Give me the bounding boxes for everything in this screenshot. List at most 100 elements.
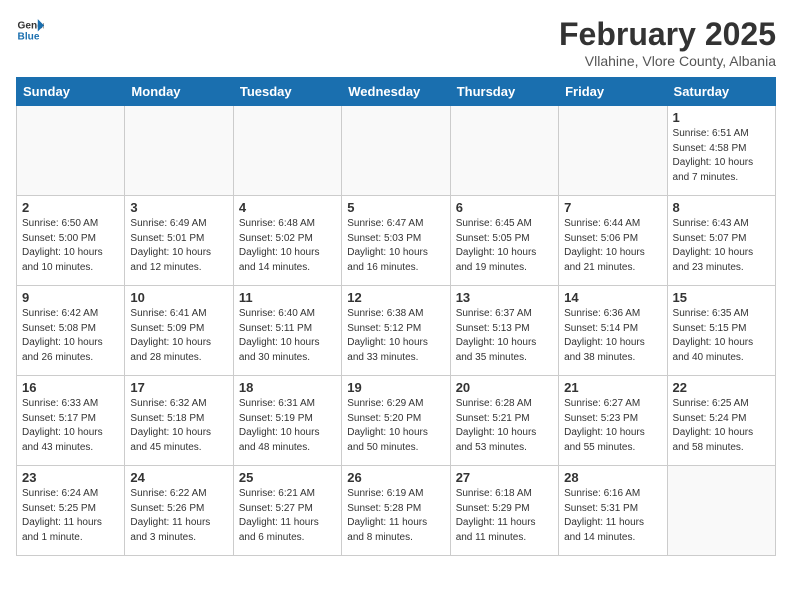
day-info: Sunrise: 6:50 AM Sunset: 5:00 PM Dayligh… (22, 217, 119, 275)
day-info: Sunrise: 6:33 AM Sunset: 5:17 PM Dayligh… (22, 397, 119, 455)
day-info: Sunrise: 6:29 AM Sunset: 5:20 PM Dayligh… (347, 397, 444, 455)
day-number: 8 (673, 200, 770, 215)
calendar-cell (17, 106, 125, 196)
day-info: Sunrise: 6:43 AM Sunset: 5:07 PM Dayligh… (673, 217, 770, 275)
day-number: 16 (22, 380, 119, 395)
day-number: 27 (456, 470, 553, 485)
logo-icon: General Blue (16, 16, 44, 44)
day-number: 2 (22, 200, 119, 215)
calendar-cell: 6 Sunrise: 6:45 AM Sunset: 5:05 PM Daylig… (450, 196, 558, 286)
day-info: Sunrise: 6:49 AM Sunset: 5:01 PM Dayligh… (130, 217, 227, 275)
calendar-cell: 9 Sunrise: 6:42 AM Sunset: 5:08 PM Daylig… (17, 286, 125, 376)
day-number: 13 (456, 290, 553, 305)
weekday-header-monday: Monday (125, 78, 233, 106)
calendar-week-row: 2 Sunrise: 6:50 AM Sunset: 5:00 PM Daylig… (17, 196, 776, 286)
calendar-cell: 16 Sunrise: 6:33 AM Sunset: 5:17 PM Dayli… (17, 376, 125, 466)
calendar-cell: 19Sunrise: 6:29 AM Sunset: 5:20 PM Dayli… (342, 376, 450, 466)
calendar-cell: 18 Sunrise: 6:31 AM Sunset: 5:19 PM Dayli… (233, 376, 341, 466)
title-block: February 2025 Vllahine, Vlore County, Al… (559, 16, 776, 69)
day-info: Sunrise: 6:22 AM Sunset: 5:26 PM Dayligh… (130, 487, 227, 545)
calendar-cell: 15 Sunrise: 6:35 AM Sunset: 5:15 PM Dayli… (667, 286, 775, 376)
location: Vllahine, Vlore County, Albania (559, 53, 776, 69)
calendar-cell: 10 Sunrise: 6:41 AM Sunset: 5:09 PM Dayli… (125, 286, 233, 376)
day-number: 20 (456, 380, 553, 395)
day-info: Sunrise: 6:47 AM Sunset: 5:03 PM Dayligh… (347, 217, 444, 275)
day-info: Sunrise: 6:51 AM Sunset: 4:58 PM Dayligh… (673, 127, 770, 185)
calendar-week-row: 1 Sunrise: 6:51 AM Sunset: 4:58 PM Daylig… (17, 106, 776, 196)
calendar-cell: 4Sunrise: 6:48 AM Sunset: 5:02 PM Daylig… (233, 196, 341, 286)
day-info: Sunrise: 6:19 AM Sunset: 5:28 PM Dayligh… (347, 487, 444, 545)
day-info: Sunrise: 6:27 AM Sunset: 5:23 PM Dayligh… (564, 397, 661, 455)
day-info: Sunrise: 6:21 AM Sunset: 5:27 PM Dayligh… (239, 487, 336, 545)
day-number: 25 (239, 470, 336, 485)
calendar-cell: 7Sunrise: 6:44 AM Sunset: 5:06 PM Daylig… (559, 196, 667, 286)
calendar-week-row: 23 Sunrise: 6:24 AM Sunset: 5:25 PM Dayli… (17, 466, 776, 556)
page-header: General Blue February 2025 Vllahine, Vlo… (16, 16, 776, 69)
calendar-cell (125, 106, 233, 196)
calendar-cell: 11 Sunrise: 6:40 AM Sunset: 5:11 PM Dayli… (233, 286, 341, 376)
day-info: Sunrise: 6:35 AM Sunset: 5:15 PM Dayligh… (673, 307, 770, 365)
day-number: 1 (673, 110, 770, 125)
weekday-header-tuesday: Tuesday (233, 78, 341, 106)
day-number: 3 (130, 200, 227, 215)
weekday-header-row: SundayMondayTuesdayWednesdayThursdayFrid… (17, 78, 776, 106)
calendar-cell (559, 106, 667, 196)
day-number: 28 (564, 470, 661, 485)
calendar-week-row: 16 Sunrise: 6:33 AM Sunset: 5:17 PM Dayli… (17, 376, 776, 466)
calendar-cell: 25 Sunrise: 6:21 AM Sunset: 5:27 PM Dayli… (233, 466, 341, 556)
calendar-cell: 24 Sunrise: 6:22 AM Sunset: 5:26 PM Dayli… (125, 466, 233, 556)
day-info: Sunrise: 6:48 AM Sunset: 5:02 PM Dayligh… (239, 217, 336, 275)
calendar-cell (667, 466, 775, 556)
calendar-cell: 17Sunrise: 6:32 AM Sunset: 5:18 PM Dayli… (125, 376, 233, 466)
weekday-header-sunday: Sunday (17, 78, 125, 106)
day-info: Sunrise: 6:36 AM Sunset: 5:14 PM Dayligh… (564, 307, 661, 365)
weekday-header-thursday: Thursday (450, 78, 558, 106)
day-number: 12 (347, 290, 444, 305)
day-info: Sunrise: 6:44 AM Sunset: 5:06 PM Dayligh… (564, 217, 661, 275)
calendar-cell: 23 Sunrise: 6:24 AM Sunset: 5:25 PM Dayli… (17, 466, 125, 556)
day-number: 26 (347, 470, 444, 485)
day-number: 10 (130, 290, 227, 305)
day-number: 15 (673, 290, 770, 305)
day-info: Sunrise: 6:31 AM Sunset: 5:19 PM Dayligh… (239, 397, 336, 455)
calendar-cell: 28 Sunrise: 6:16 AM Sunset: 5:31 PM Dayli… (559, 466, 667, 556)
calendar-week-row: 9 Sunrise: 6:42 AM Sunset: 5:08 PM Daylig… (17, 286, 776, 376)
calendar-cell: 27Sunrise: 6:18 AM Sunset: 5:29 PM Dayli… (450, 466, 558, 556)
day-number: 6 (456, 200, 553, 215)
calendar-cell: 8 Sunrise: 6:43 AM Sunset: 5:07 PM Daylig… (667, 196, 775, 286)
day-number: 17 (130, 380, 227, 395)
weekday-header-friday: Friday (559, 78, 667, 106)
day-number: 21 (564, 380, 661, 395)
day-info: Sunrise: 6:16 AM Sunset: 5:31 PM Dayligh… (564, 487, 661, 545)
calendar-table: SundayMondayTuesdayWednesdayThursdayFrid… (16, 77, 776, 556)
calendar-cell: 22Sunrise: 6:25 AM Sunset: 5:24 PM Dayli… (667, 376, 775, 466)
calendar-cell: 21 Sunrise: 6:27 AM Sunset: 5:23 PM Dayli… (559, 376, 667, 466)
day-number: 18 (239, 380, 336, 395)
calendar-cell: 5Sunrise: 6:47 AM Sunset: 5:03 PM Daylig… (342, 196, 450, 286)
day-number: 11 (239, 290, 336, 305)
calendar-cell (450, 106, 558, 196)
svg-text:Blue: Blue (18, 31, 40, 42)
day-info: Sunrise: 6:40 AM Sunset: 5:11 PM Dayligh… (239, 307, 336, 365)
day-info: Sunrise: 6:24 AM Sunset: 5:25 PM Dayligh… (22, 487, 119, 545)
calendar-cell (342, 106, 450, 196)
day-info: Sunrise: 6:38 AM Sunset: 5:12 PM Dayligh… (347, 307, 444, 365)
day-info: Sunrise: 6:45 AM Sunset: 5:05 PM Dayligh… (456, 217, 553, 275)
day-info: Sunrise: 6:28 AM Sunset: 5:21 PM Dayligh… (456, 397, 553, 455)
day-info: Sunrise: 6:41 AM Sunset: 5:09 PM Dayligh… (130, 307, 227, 365)
day-number: 14 (564, 290, 661, 305)
day-number: 23 (22, 470, 119, 485)
day-number: 9 (22, 290, 119, 305)
weekday-header-wednesday: Wednesday (342, 78, 450, 106)
calendar-cell: 1 Sunrise: 6:51 AM Sunset: 4:58 PM Daylig… (667, 106, 775, 196)
day-info: Sunrise: 6:42 AM Sunset: 5:08 PM Dayligh… (22, 307, 119, 365)
logo: General Blue (16, 16, 44, 44)
day-info: Sunrise: 6:37 AM Sunset: 5:13 PM Dayligh… (456, 307, 553, 365)
day-number: 22 (673, 380, 770, 395)
calendar-cell: 2 Sunrise: 6:50 AM Sunset: 5:00 PM Daylig… (17, 196, 125, 286)
calendar-cell: 26 Sunrise: 6:19 AM Sunset: 5:28 PM Dayli… (342, 466, 450, 556)
calendar-cell: 3 Sunrise: 6:49 AM Sunset: 5:01 PM Daylig… (125, 196, 233, 286)
calendar-cell: 20 Sunrise: 6:28 AM Sunset: 5:21 PM Dayli… (450, 376, 558, 466)
day-number: 24 (130, 470, 227, 485)
calendar-cell (233, 106, 341, 196)
